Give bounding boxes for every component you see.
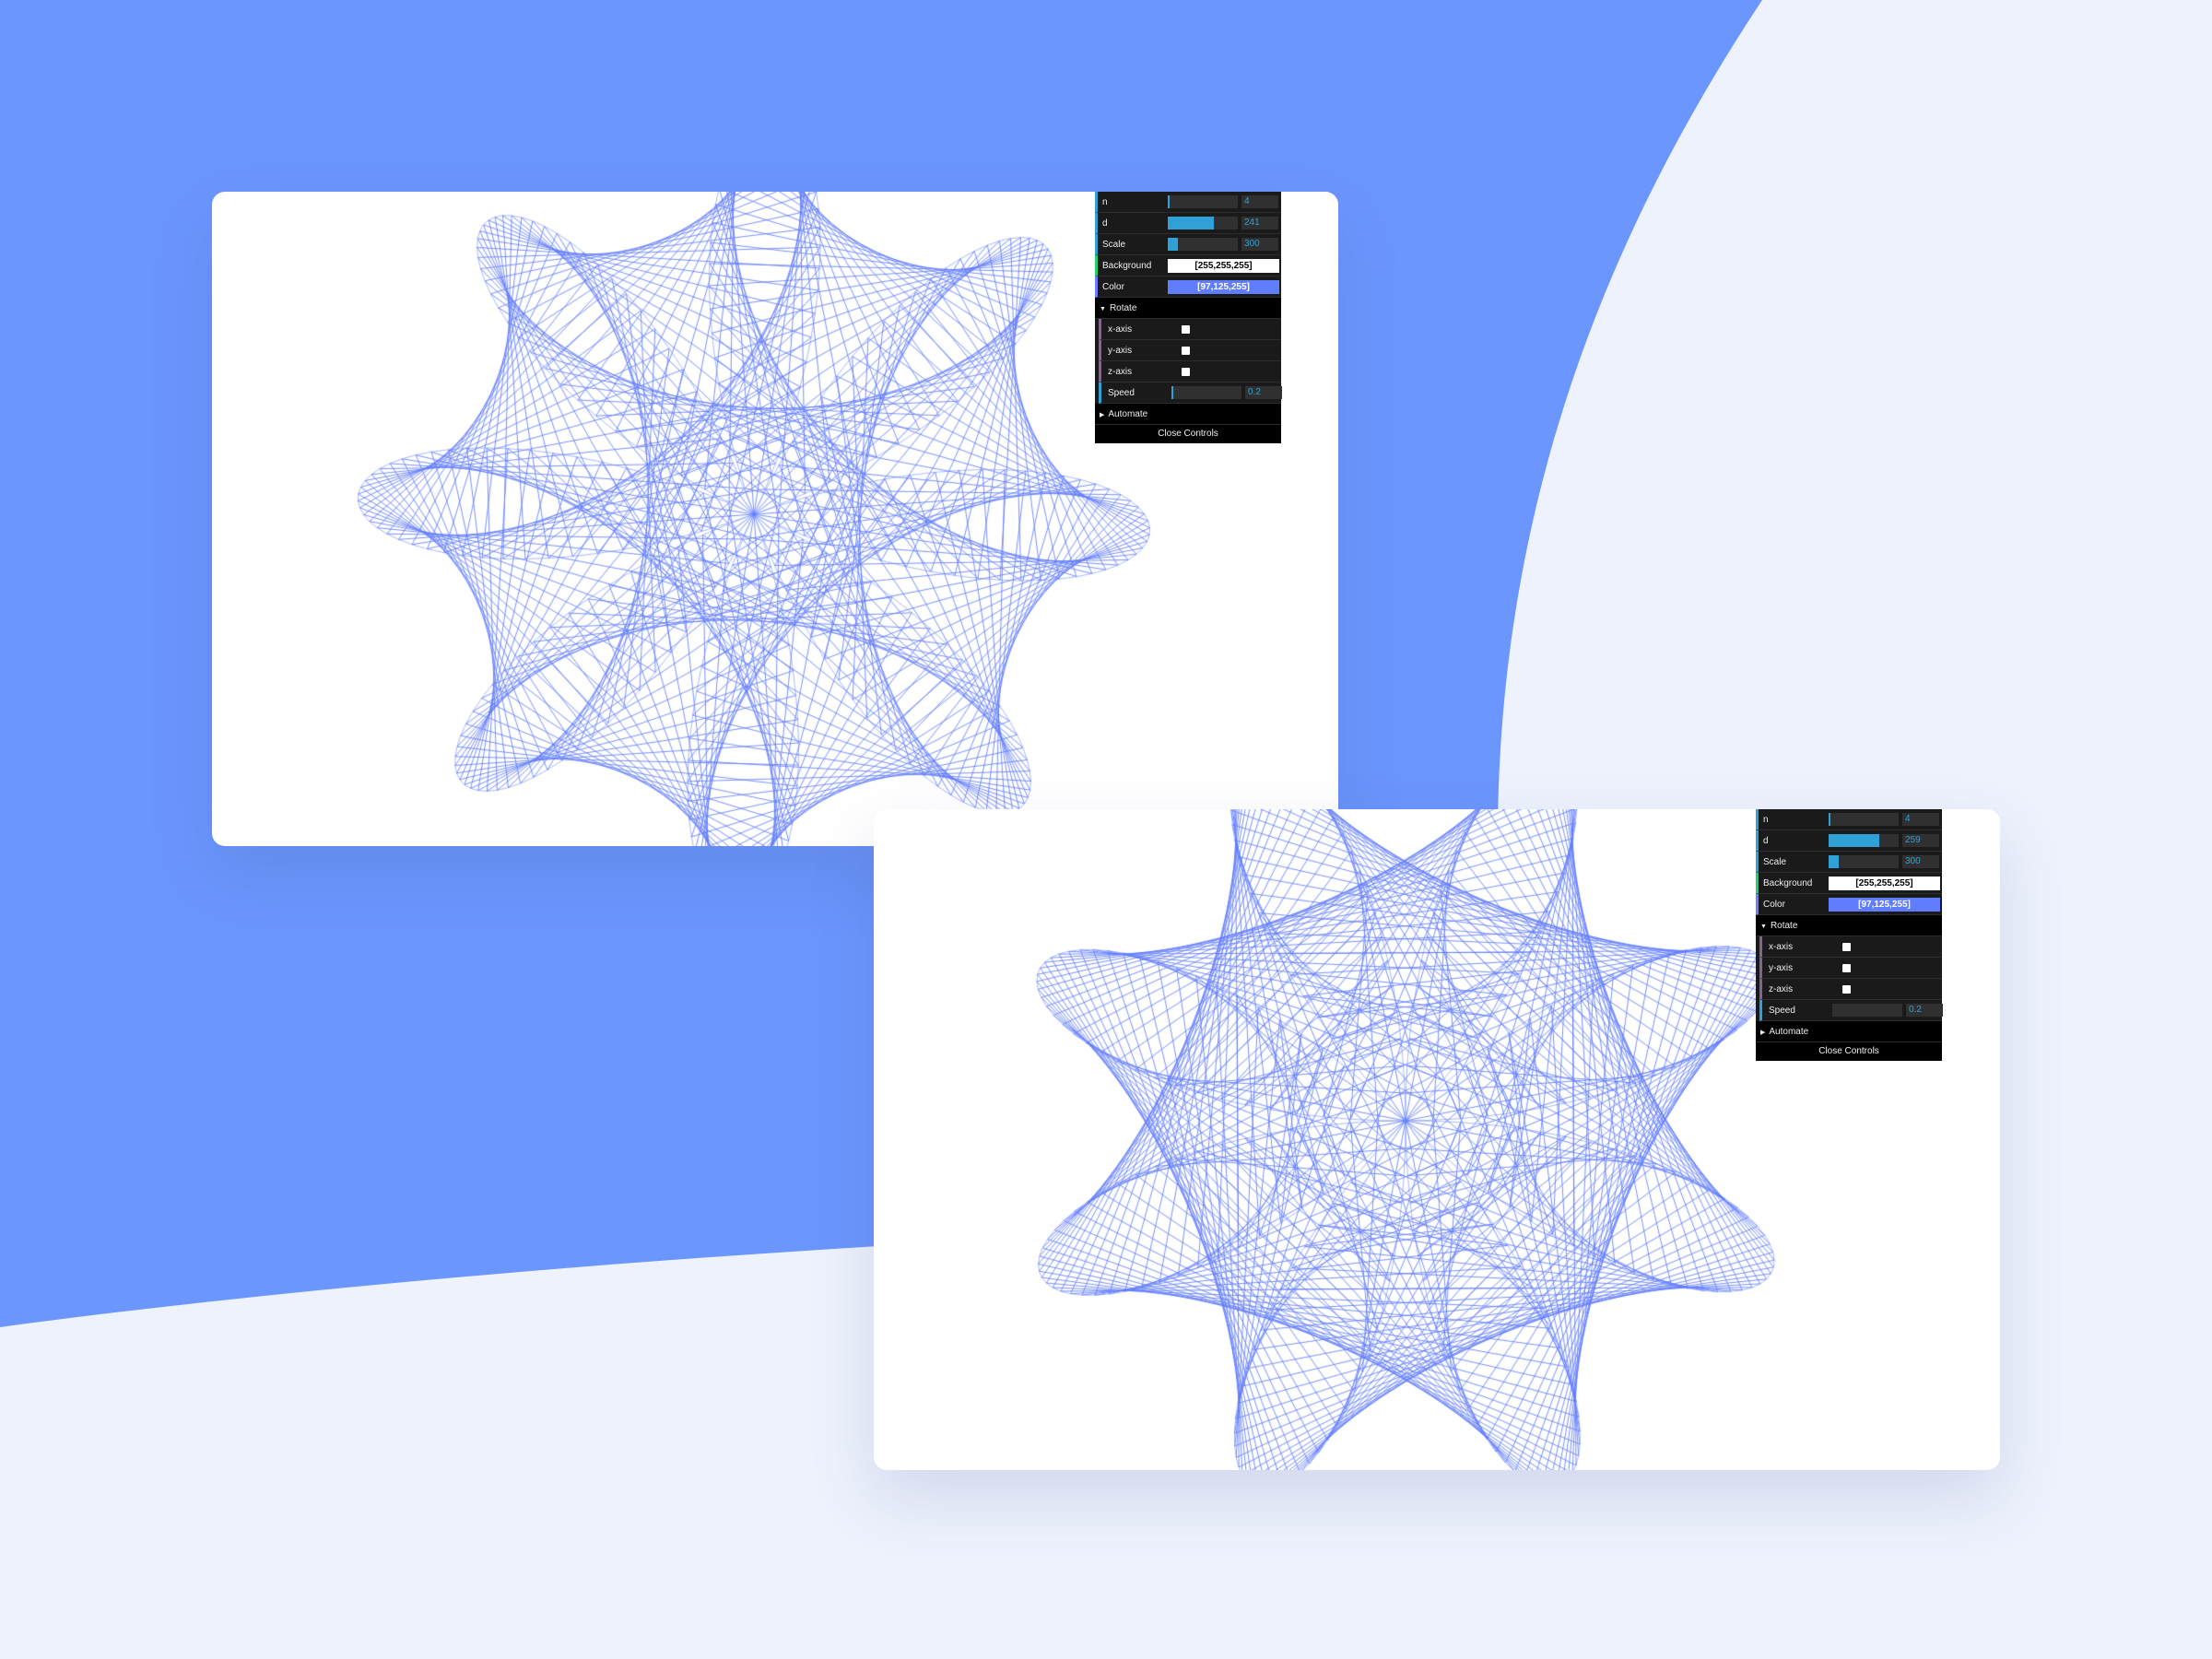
d-slider-fill bbox=[1168, 217, 1215, 229]
close-controls-button[interactable]: Close Controls bbox=[1756, 1042, 1942, 1061]
x-axis-checkbox[interactable] bbox=[1182, 325, 1190, 334]
automate-folder-title: Automate bbox=[1108, 409, 1148, 419]
control-d-label: d bbox=[1763, 836, 1769, 846]
z-axis-label: z-axis bbox=[1769, 984, 1794, 994]
y-axis-checkbox[interactable] bbox=[1842, 964, 1851, 972]
n-slider-fill bbox=[1168, 195, 1170, 208]
automate-folder-title: Automate bbox=[1769, 1027, 1809, 1037]
y-axis-checkbox[interactable] bbox=[1182, 347, 1190, 355]
control-color[interactable]: Color [97,125,255] bbox=[1095, 276, 1281, 298]
scale-slider-fill bbox=[1168, 238, 1178, 251]
control-n[interactable]: n 4 bbox=[1756, 809, 1942, 830]
caret-right-icon: ▶ bbox=[1100, 412, 1105, 418]
d-value-input[interactable]: 241 bbox=[1241, 217, 1278, 229]
control-z-axis[interactable]: z-axis bbox=[1099, 361, 1281, 382]
maurer-rose-window-2: n 4 d 259 Scale 300 Background [255,255,… bbox=[874, 809, 2000, 1470]
d-slider[interactable] bbox=[1829, 834, 1899, 847]
rotate-folder-toggle[interactable]: ▼ Rotate bbox=[1095, 298, 1281, 319]
x-axis-checkbox[interactable] bbox=[1842, 943, 1851, 951]
scale-value-input[interactable]: 300 bbox=[1902, 855, 1939, 868]
n-slider[interactable] bbox=[1168, 195, 1238, 208]
control-background[interactable]: Background [255,255,255] bbox=[1756, 873, 1942, 894]
controls-panel: n 4 d 259 Scale 300 Background [255,255,… bbox=[1756, 809, 1943, 1061]
control-color[interactable]: Color [97,125,255] bbox=[1756, 894, 1942, 915]
speed-value-input[interactable]: 0.2 bbox=[1906, 1004, 1943, 1017]
control-scale-label: Scale bbox=[1102, 240, 1126, 250]
n-slider-fill bbox=[1829, 813, 1830, 826]
scale-slider-fill bbox=[1829, 855, 1839, 868]
control-background-label: Background bbox=[1102, 261, 1152, 271]
control-background-label: Background bbox=[1763, 878, 1813, 888]
control-color-label: Color bbox=[1102, 282, 1124, 292]
scale-slider[interactable] bbox=[1829, 855, 1899, 868]
line-color-input[interactable]: [97,125,255] bbox=[1168, 280, 1279, 294]
x-axis-label: x-axis bbox=[1769, 942, 1794, 952]
control-z-axis[interactable]: z-axis bbox=[1759, 979, 1942, 1000]
control-n-label: n bbox=[1763, 815, 1769, 825]
y-axis-label: y-axis bbox=[1769, 963, 1794, 973]
control-d[interactable]: d 241 bbox=[1095, 213, 1281, 234]
rotate-folder-title: Rotate bbox=[1109, 303, 1137, 313]
speed-value-input[interactable]: 0.2 bbox=[1245, 386, 1282, 399]
caret-right-icon: ▶ bbox=[1760, 1030, 1766, 1036]
speed-slider[interactable] bbox=[1171, 386, 1241, 399]
control-background[interactable]: Background [255,255,255] bbox=[1095, 255, 1281, 276]
z-axis-label: z-axis bbox=[1108, 367, 1133, 377]
x-axis-label: x-axis bbox=[1108, 324, 1133, 335]
control-color-label: Color bbox=[1763, 900, 1785, 910]
automate-folder-toggle[interactable]: ▶ Automate bbox=[1756, 1021, 1942, 1042]
d-slider-fill bbox=[1829, 834, 1879, 847]
controls-panel: n 4 d 241 Scale 300 Background [255,255,… bbox=[1095, 192, 1282, 443]
caret-down-icon: ▼ bbox=[1100, 306, 1106, 312]
control-x-axis[interactable]: x-axis bbox=[1759, 936, 1942, 958]
rotate-folder-toggle[interactable]: ▼ Rotate bbox=[1756, 915, 1942, 936]
d-slider[interactable] bbox=[1168, 217, 1238, 229]
control-scale[interactable]: Scale 300 bbox=[1756, 852, 1942, 873]
n-value-input[interactable]: 4 bbox=[1902, 813, 1939, 826]
speed-label: Speed bbox=[1769, 1006, 1795, 1016]
z-axis-checkbox[interactable] bbox=[1182, 368, 1190, 376]
background-color-input[interactable]: [255,255,255] bbox=[1168, 259, 1279, 273]
control-scale-label: Scale bbox=[1763, 857, 1787, 867]
maurer-rose-window-1: n 4 d 241 Scale 300 Background [255,255,… bbox=[212, 192, 1338, 846]
control-scale[interactable]: Scale 300 bbox=[1095, 234, 1281, 255]
line-color-input[interactable]: [97,125,255] bbox=[1829, 898, 1940, 912]
caret-down-icon: ▼ bbox=[1760, 924, 1767, 930]
control-y-axis[interactable]: y-axis bbox=[1759, 958, 1942, 979]
control-x-axis[interactable]: x-axis bbox=[1099, 319, 1281, 340]
d-value-input[interactable]: 259 bbox=[1902, 834, 1939, 847]
control-d[interactable]: d 259 bbox=[1756, 830, 1942, 852]
speed-slider[interactable] bbox=[1832, 1004, 1902, 1017]
control-y-axis[interactable]: y-axis bbox=[1099, 340, 1281, 361]
rotate-folder-title: Rotate bbox=[1770, 921, 1798, 931]
speed-slider-fill bbox=[1171, 386, 1173, 399]
z-axis-checkbox[interactable] bbox=[1842, 985, 1851, 994]
control-speed[interactable]: Speed 0.2 bbox=[1099, 382, 1282, 404]
automate-folder-toggle[interactable]: ▶ Automate bbox=[1095, 404, 1281, 425]
control-speed[interactable]: Speed 0.2 bbox=[1759, 1000, 1943, 1021]
background-color-input[interactable]: [255,255,255] bbox=[1829, 877, 1940, 890]
n-value-input[interactable]: 4 bbox=[1241, 195, 1278, 208]
scale-value-input[interactable]: 300 bbox=[1241, 238, 1278, 251]
control-n[interactable]: n 4 bbox=[1095, 192, 1281, 213]
control-n-label: n bbox=[1102, 197, 1108, 207]
n-slider[interactable] bbox=[1829, 813, 1899, 826]
y-axis-label: y-axis bbox=[1108, 346, 1133, 356]
control-d-label: d bbox=[1102, 218, 1108, 229]
close-controls-button[interactable]: Close Controls bbox=[1095, 425, 1281, 443]
speed-label: Speed bbox=[1108, 388, 1135, 398]
scale-slider[interactable] bbox=[1168, 238, 1238, 251]
